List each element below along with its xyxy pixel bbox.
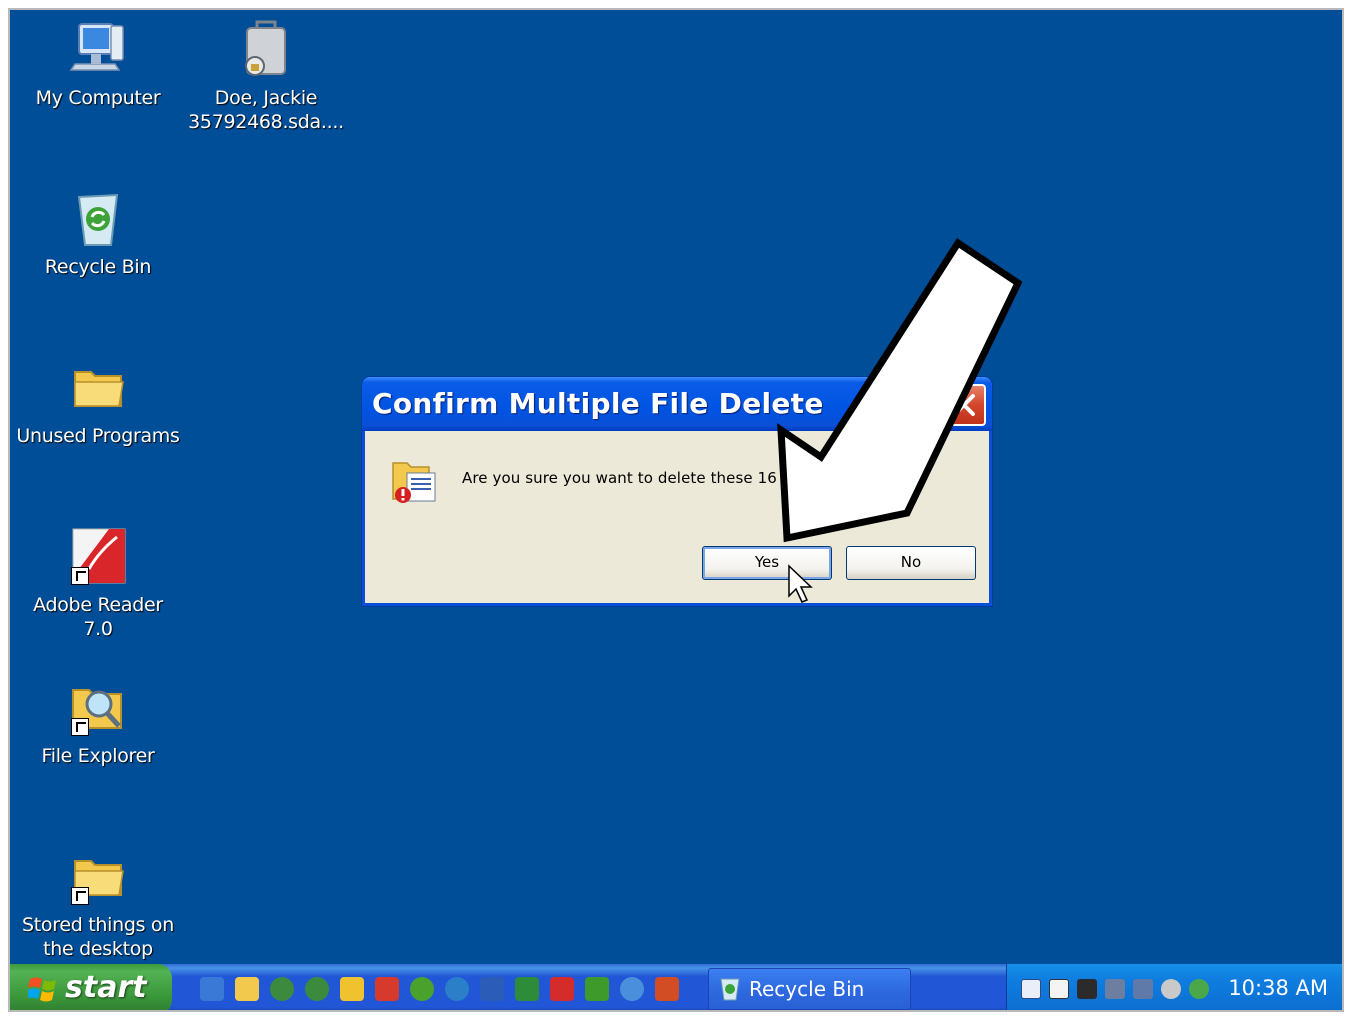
delete-files-warning-icon [389, 455, 441, 507]
close-button[interactable] [942, 384, 986, 426]
tray-disc-icon[interactable] [1161, 979, 1181, 999]
confirm-delete-dialog: Confirm Multiple File Delete Are you sur… [362, 377, 992, 606]
desktop-icon-unused-programs[interactable]: Unused Programs [10, 356, 188, 448]
desktop-icon-stored-things[interactable]: Stored things on the desktop [10, 845, 188, 961]
my-computer-icon [67, 18, 129, 80]
tray-window-icon[interactable] [1049, 979, 1069, 999]
desktop-icon-adobe-reader[interactable]: Adobe Reader 7.0 [10, 525, 188, 641]
recycle-bin-icon [67, 187, 129, 249]
tool-icon[interactable] [375, 977, 399, 1001]
folder-icon [67, 356, 129, 418]
earth-icon[interactable] [445, 977, 469, 1001]
powerpoint-icon[interactable] [655, 977, 679, 1001]
shortcut-arrow-icon [71, 567, 89, 585]
taskbar: start Recycle Bin 10:38 AM [10, 964, 1342, 1010]
windows-logo-icon [28, 977, 56, 1002]
tray-app-icon[interactable] [1021, 979, 1041, 999]
recycle-bin-icon [720, 978, 740, 1001]
dialog-titlebar[interactable]: Confirm Multiple File Delete [362, 377, 992, 431]
itunes-icon[interactable] [410, 977, 434, 1001]
notes-icon[interactable] [340, 977, 364, 1001]
clock[interactable]: 10:38 AM [1228, 976, 1328, 1000]
encrypted-file-icon [235, 18, 297, 80]
system-tray: 10:38 AM [1006, 964, 1342, 1010]
tray-network-disconnected-icon[interactable] [1105, 979, 1125, 999]
start-button[interactable]: start [10, 964, 172, 1010]
shortcut-arrow-icon [71, 887, 89, 905]
no-button[interactable]: No [846, 546, 976, 580]
folder-icon[interactable] [235, 977, 259, 1001]
shortcut-arrow-icon [71, 718, 89, 736]
ie-icon[interactable] [200, 977, 224, 1001]
close-icon [953, 394, 975, 416]
netscape-icon[interactable] [270, 977, 294, 1001]
excel-icon[interactable] [515, 977, 539, 1001]
yes-button[interactable]: Yes [702, 546, 832, 580]
folder-shortcut-icon [67, 845, 129, 907]
tree-icon[interactable] [585, 977, 609, 1001]
desktop-icon-recycle-bin[interactable]: Recycle Bin [10, 187, 188, 279]
tray-sync-icon[interactable] [1189, 979, 1209, 999]
acrobat-icon[interactable] [550, 977, 574, 1001]
refresh-icon[interactable] [620, 977, 644, 1001]
netscape-icon[interactable] [305, 977, 329, 1001]
desktop[interactable]: My Computer Doe, Jackie 35792468.sda.... [8, 8, 1344, 1012]
file-explorer-icon [67, 676, 129, 738]
desktop-icon-file-explorer[interactable]: File Explorer [10, 676, 188, 768]
desktop-icon-my-computer[interactable]: My Computer [10, 18, 188, 110]
tray-monitors-icon[interactable] [1133, 979, 1153, 999]
dialog-title: Confirm Multiple File Delete [372, 387, 824, 420]
desktop-icon-encrypted-file[interactable]: Doe, Jackie 35792468.sda.... [176, 18, 356, 134]
word-icon[interactable] [480, 977, 504, 1001]
adobe-reader-icon [67, 525, 129, 587]
tray-network-icon[interactable] [1077, 979, 1097, 999]
taskbar-button-recycle-bin[interactable]: Recycle Bin [708, 968, 911, 1010]
dialog-message: Are you sure you want to delete these 16… [462, 469, 802, 487]
screenshot-frame: My Computer Doe, Jackie 35792468.sda.... [0, 0, 1352, 1018]
